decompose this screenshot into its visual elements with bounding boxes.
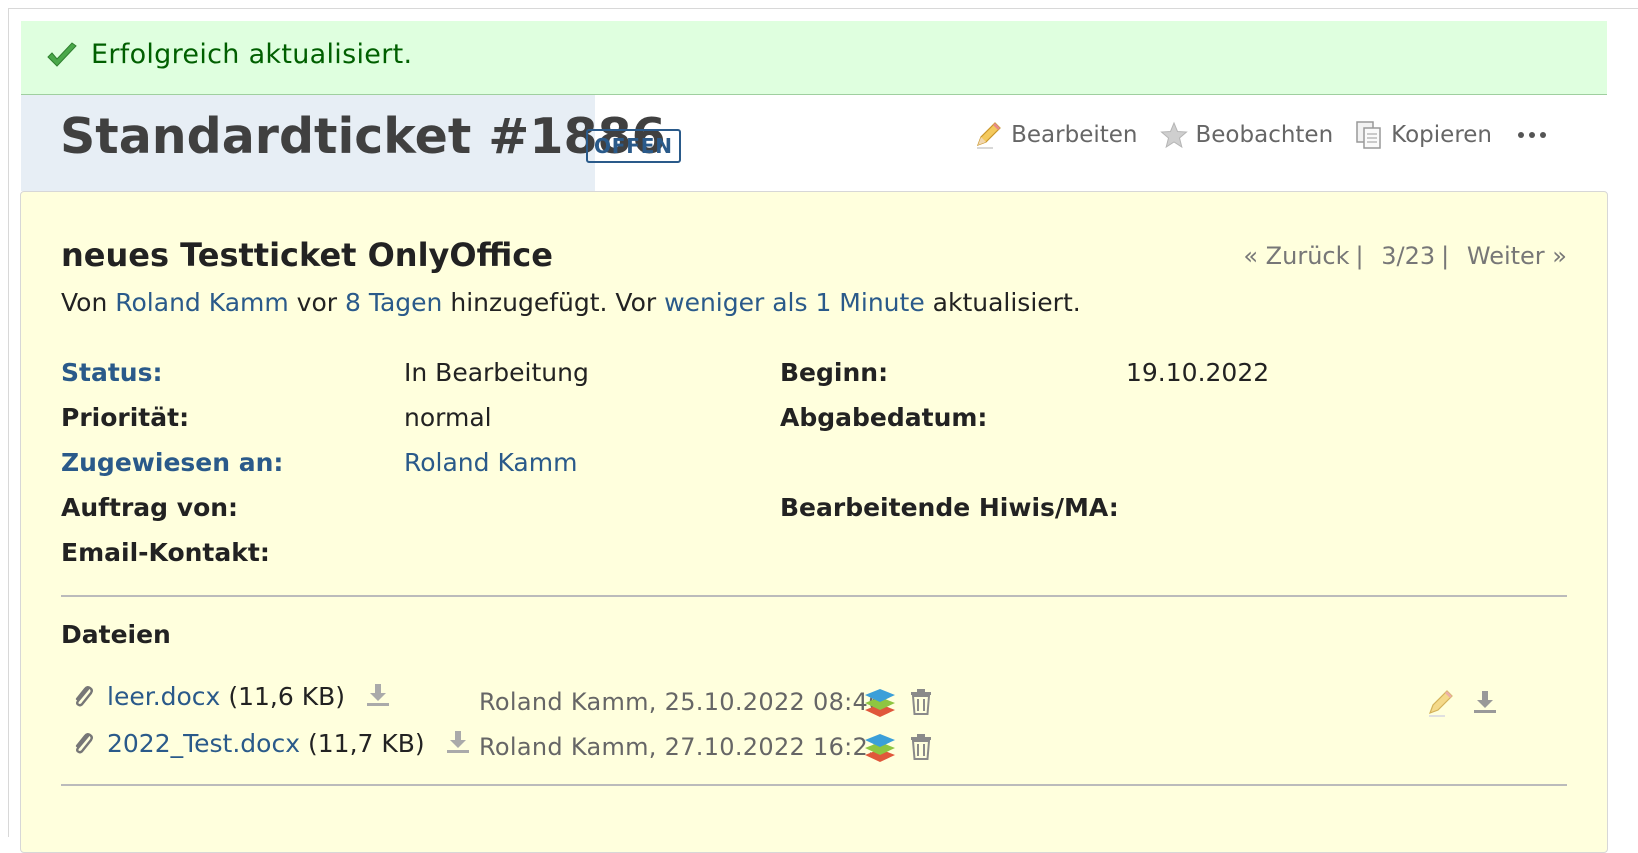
flash-message: Erfolgreich aktualisiert. [91, 39, 413, 70]
copy-icon [1355, 120, 1383, 150]
author-suffix: aktualisiert. [932, 288, 1081, 317]
star-icon [1159, 121, 1188, 149]
start-label: Beginn: [780, 358, 889, 387]
issue-navigation: « Zurück | 3/23 | Weiter » [1243, 242, 1567, 270]
more-icon[interactable] [1518, 132, 1546, 138]
priority-label: Priorität: [61, 403, 190, 432]
author-link[interactable]: Roland Kamm [115, 288, 288, 317]
issue-details: neues Testticket OnlyOffice « Zurück | 3/… [20, 191, 1608, 853]
pencil-icon [973, 120, 1003, 150]
edit-button[interactable]: Bearbeiten [973, 120, 1138, 150]
file-meta: Roland Kamm, 25.10.2022 08:46 [479, 688, 884, 716]
status-badge: OFFEN [586, 129, 681, 163]
layers-icon[interactable] [864, 731, 896, 767]
email-label: Email-Kontakt: [61, 538, 270, 567]
download-icon[interactable] [1472, 689, 1498, 719]
file-link[interactable]: 2022_Test.docx [107, 729, 300, 758]
paperclip-icon [71, 684, 95, 716]
files-heading: Dateien [61, 620, 171, 649]
workers-label: Bearbeitende Hiwis/MA: [780, 493, 1119, 522]
pencil-icon[interactable] [1425, 688, 1455, 722]
assignee-label[interactable]: Zugewiesen an: [61, 448, 283, 477]
status-value: In Bearbeitung [404, 358, 589, 387]
page-title: Standardticket #1886 [60, 108, 666, 165]
author-prefix: Von [61, 288, 108, 317]
created-link[interactable]: 8 Tagen [345, 288, 442, 317]
file-meta: Roland Kamm, 27.10.2022 16:23 [479, 733, 884, 761]
assignee-value[interactable]: Roland Kamm [404, 448, 577, 477]
author-mid2: hinzugefügt. Vor [450, 288, 657, 317]
watch-button[interactable]: Beobachten [1159, 121, 1334, 149]
contextual-actions: Bearbeiten Beobachten Kopieren [973, 120, 1546, 150]
layers-icon[interactable] [864, 686, 896, 722]
order-label: Auftrag von: [61, 493, 239, 522]
prev-link[interactable]: « Zurück [1243, 242, 1349, 270]
file-size: (11,7 KB) [308, 729, 425, 758]
edit-label: Bearbeiten [1011, 122, 1138, 148]
trash-icon[interactable] [909, 689, 933, 719]
author-line: Von Roland Kamm vor 8 Tagen hinzugefügt.… [61, 288, 1081, 317]
divider [61, 595, 1567, 597]
copy-label: Kopieren [1391, 122, 1492, 148]
divider [61, 784, 1567, 786]
copy-button[interactable]: Kopieren [1355, 120, 1492, 150]
priority-value: normal [404, 403, 492, 432]
trash-icon[interactable] [909, 734, 933, 764]
paperclip-icon [71, 731, 95, 763]
watch-label: Beobachten [1195, 122, 1334, 148]
file-size: (11,6 KB) [228, 682, 346, 711]
start-value: 19.10.2022 [1126, 358, 1270, 387]
status-label[interactable]: Status: [61, 358, 162, 387]
file-link[interactable]: leer.docx [107, 682, 220, 711]
updated-link[interactable]: weniger als 1 Minute [664, 288, 925, 317]
download-icon[interactable] [445, 729, 471, 761]
author-mid1: vor [296, 288, 338, 317]
download-icon[interactable] [365, 682, 391, 714]
issue-position: 3/23 [1381, 242, 1436, 270]
checkmark-icon [45, 41, 79, 71]
flash-notice: Erfolgreich aktualisiert. [21, 21, 1607, 95]
issue-subject: neues Testticket OnlyOffice [61, 236, 553, 274]
due-label: Abgabedatum: [780, 403, 988, 432]
next-link[interactable]: Weiter » [1467, 242, 1567, 270]
